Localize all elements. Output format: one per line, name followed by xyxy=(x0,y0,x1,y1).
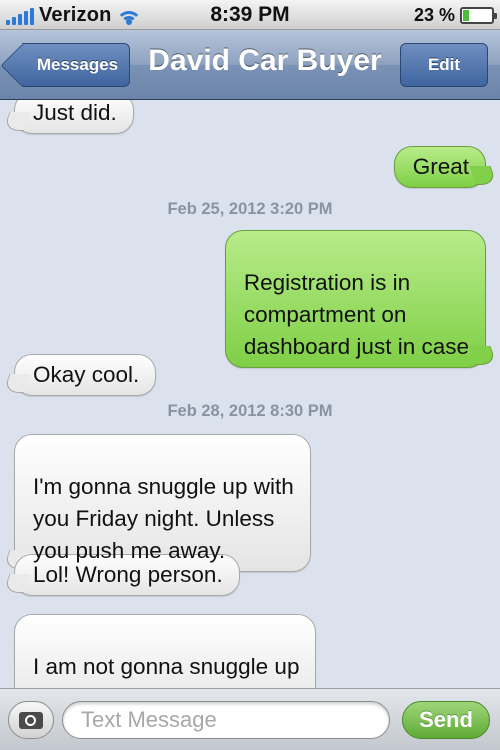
message-input[interactable] xyxy=(62,701,390,739)
battery-fill xyxy=(463,10,469,21)
message-text: I'm gonna snuggle up with you Friday nig… xyxy=(33,474,294,563)
conversation-title: David Car Buyer xyxy=(148,44,382,77)
message-bubble-incoming[interactable]: I am not gonna snuggle up with you man. xyxy=(14,614,317,688)
battery-icon xyxy=(460,7,497,24)
send-button[interactable]: Send xyxy=(402,701,490,739)
navigation-bar: Messages David Car Buyer Edit xyxy=(0,30,500,100)
message-bubble-incoming[interactable]: Just did. xyxy=(14,100,134,134)
back-button-label: Messages xyxy=(36,55,119,74)
message-bubble-incoming[interactable]: I'm gonna snuggle up with you Friday nig… xyxy=(14,434,311,572)
message-text: Just did. xyxy=(33,100,117,125)
message-thread[interactable]: Just did. Great Feb 25, 2012 3:20 PM Reg… xyxy=(0,100,500,688)
back-button-messages[interactable]: Messages xyxy=(22,43,130,87)
camera-button[interactable] xyxy=(8,701,54,739)
message-text: I am not gonna snuggle up with you man. xyxy=(33,654,300,688)
compose-bar: Send xyxy=(0,688,500,750)
status-right: 23 % xyxy=(413,5,497,26)
message-bubble-incoming[interactable]: Okay cool. xyxy=(14,354,157,396)
message-timestamp: Feb 25, 2012 3:20 PM xyxy=(167,200,333,218)
message-text: Great xyxy=(412,154,469,179)
message-text: Okay cool. xyxy=(33,362,140,387)
message-timestamp: Feb 28, 2012 8:30 PM xyxy=(167,402,333,420)
message-bubble-outgoing[interactable]: Registration is in compartment on dashbo… xyxy=(224,230,486,368)
battery-percent: 23 % xyxy=(413,5,455,25)
message-text: Registration is in compartment on dashbo… xyxy=(243,270,469,359)
edit-button[interactable]: Edit xyxy=(400,43,488,87)
camera-icon xyxy=(19,711,43,729)
message-text: Lol! Wrong person. xyxy=(33,562,223,587)
status-bar: Verizon 8:39 PM 23 % xyxy=(0,0,500,30)
message-bubble-outgoing[interactable]: Great xyxy=(393,146,486,188)
